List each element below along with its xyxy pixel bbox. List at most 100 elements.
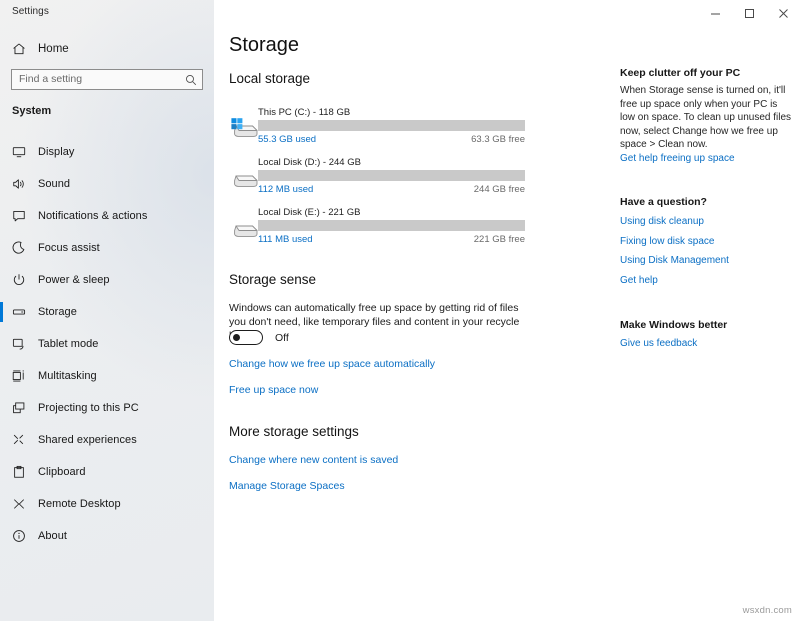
drive-name: Local Disk (E:) - 221 GB bbox=[258, 207, 360, 218]
have-a-question-heading: Have a question? bbox=[620, 196, 707, 208]
sidebar-item-label: Clipboard bbox=[38, 466, 86, 478]
minimize-icon bbox=[710, 8, 721, 19]
drive-usage-bar bbox=[258, 220, 525, 231]
selection-indicator bbox=[0, 238, 3, 258]
make-windows-better-heading: Make Windows better bbox=[620, 319, 727, 331]
keep-clutter-body: When Storage sense is turned on, it'll f… bbox=[620, 84, 792, 152]
selection-indicator bbox=[0, 462, 3, 482]
sidebar-item-label: Multitasking bbox=[38, 370, 97, 382]
sidebar-item-home[interactable]: Home bbox=[0, 36, 214, 62]
tablet-icon bbox=[0, 337, 38, 351]
minimize-button[interactable] bbox=[698, 0, 732, 26]
selection-indicator bbox=[0, 430, 3, 450]
link-using-disk-management[interactable]: Using Disk Management bbox=[620, 255, 792, 266]
selection-indicator bbox=[0, 334, 3, 354]
sidebar-item-label: Power & sleep bbox=[38, 274, 110, 286]
link-change-free-up-space-automatically[interactable]: Change how we free up space automaticall… bbox=[229, 358, 435, 370]
search-input[interactable] bbox=[12, 70, 180, 89]
page-title: Storage bbox=[229, 34, 299, 57]
drive-used-label: 111 MB used bbox=[258, 234, 313, 245]
power-icon bbox=[0, 273, 38, 287]
storage-sense-toggle-label: Off bbox=[275, 332, 289, 344]
link-manage-storage-spaces[interactable]: Manage Storage Spaces bbox=[229, 480, 345, 492]
drive-free-label: 244 GB free bbox=[474, 184, 525, 195]
window-title: Settings bbox=[12, 6, 49, 17]
sidebar-item-label: Remote Desktop bbox=[38, 498, 121, 510]
clipboard-icon bbox=[0, 465, 38, 479]
link-change-where-new-content-is-saved[interactable]: Change where new content is saved bbox=[229, 454, 398, 466]
search-icon[interactable] bbox=[180, 74, 202, 86]
drive-icon bbox=[228, 163, 262, 191]
sidebar-item-tablet-mode[interactable]: Tablet mode bbox=[0, 328, 214, 360]
have-a-question-links: Using disk cleanup Fixing low disk space… bbox=[620, 216, 792, 294]
drive-list: This PC (C:) - 118 GB 55.3 GB used 63.3 … bbox=[214, 103, 544, 253]
link-fixing-low-disk-space[interactable]: Fixing low disk space bbox=[620, 236, 792, 247]
multitasking-icon bbox=[0, 369, 38, 383]
notification-icon bbox=[0, 209, 38, 223]
drive-row[interactable]: This PC (C:) - 118 GB 55.3 GB used 63.3 … bbox=[214, 103, 544, 153]
drive-windows-icon bbox=[228, 113, 262, 141]
storage-sense-heading: Storage sense bbox=[229, 272, 316, 287]
sidebar-item-projecting[interactable]: Projecting to this PC bbox=[0, 392, 214, 424]
link-get-help-freeing-up-space[interactable]: Get help freeing up space bbox=[620, 153, 735, 164]
selection-indicator bbox=[0, 174, 3, 194]
drive-usage-bar bbox=[258, 120, 525, 131]
selection-indicator bbox=[0, 206, 3, 226]
sidebar-item-power-sleep[interactable]: Power & sleep bbox=[0, 264, 214, 296]
sidebar-item-remote-desktop[interactable]: Remote Desktop bbox=[0, 488, 214, 520]
link-using-disk-cleanup[interactable]: Using disk cleanup bbox=[620, 216, 792, 227]
info-icon bbox=[0, 529, 38, 543]
sidebar-item-shared-experiences[interactable]: Shared experiences bbox=[0, 424, 214, 456]
drive-used-label: 112 MB used bbox=[258, 184, 313, 195]
sidebar-item-clipboard[interactable]: Clipboard bbox=[0, 456, 214, 488]
monitor-icon bbox=[0, 145, 38, 159]
close-button[interactable] bbox=[766, 0, 800, 26]
toggle-knob bbox=[233, 334, 240, 341]
link-give-us-feedback[interactable]: Give us feedback bbox=[620, 338, 697, 349]
local-storage-heading: Local storage bbox=[229, 71, 310, 86]
drive-row[interactable]: Local Disk (D:) - 244 GB 112 MB used 244… bbox=[214, 153, 544, 203]
sidebar-group-title: System bbox=[12, 105, 51, 117]
storage-sense-toggle-row[interactable]: Off bbox=[229, 330, 289, 345]
selection-indicator bbox=[0, 494, 3, 514]
drive-free-label: 221 GB free bbox=[474, 234, 525, 245]
drive-free-label: 63.3 GB free bbox=[471, 134, 525, 145]
selection-indicator bbox=[0, 142, 3, 162]
share-icon bbox=[0, 433, 38, 447]
sidebar-item-sound[interactable]: Sound bbox=[0, 168, 214, 200]
storage-sense-toggle[interactable] bbox=[229, 330, 263, 345]
drive-icon bbox=[228, 213, 262, 241]
home-icon bbox=[0, 42, 38, 56]
more-storage-settings-heading: More storage settings bbox=[229, 424, 359, 439]
sidebar-item-about[interactable]: About bbox=[0, 520, 214, 552]
search-box[interactable] bbox=[11, 69, 203, 90]
title-bar: Settings bbox=[0, 0, 800, 26]
selection-indicator bbox=[0, 398, 3, 418]
drive-used-label: 55.3 GB used bbox=[258, 134, 316, 145]
sidebar-item-notifications[interactable]: Notifications & actions bbox=[0, 200, 214, 232]
close-icon bbox=[778, 8, 789, 19]
drive-icon bbox=[0, 305, 38, 319]
sidebar-item-label: Sound bbox=[38, 178, 70, 190]
window-controls bbox=[698, 0, 800, 26]
sidebar-item-label: Shared experiences bbox=[38, 434, 137, 446]
sidebar-item-focus-assist[interactable]: Focus assist bbox=[0, 232, 214, 264]
selection-indicator bbox=[0, 526, 3, 546]
maximize-button[interactable] bbox=[732, 0, 766, 26]
link-free-up-space-now[interactable]: Free up space now bbox=[229, 384, 318, 396]
sidebar-item-storage[interactable]: Storage bbox=[0, 296, 214, 328]
sidebar-item-display[interactable]: Display bbox=[0, 136, 214, 168]
selection-indicator bbox=[0, 270, 3, 290]
sidebar-item-label: Projecting to this PC bbox=[38, 402, 139, 414]
moon-icon bbox=[0, 241, 38, 255]
sidebar-item-label: Notifications & actions bbox=[38, 210, 147, 222]
sidebar-item-label: Tablet mode bbox=[38, 338, 98, 350]
watermark: wsxdn.com bbox=[743, 605, 792, 616]
selection-indicator bbox=[0, 302, 3, 322]
sidebar-item-multitasking[interactable]: Multitasking bbox=[0, 360, 214, 392]
drive-row[interactable]: Local Disk (E:) - 221 GB 111 MB used 221… bbox=[214, 203, 544, 253]
remote-desktop-icon bbox=[0, 497, 38, 511]
link-get-help[interactable]: Get help bbox=[620, 275, 792, 286]
sidebar-item-label: Focus assist bbox=[38, 242, 100, 254]
keep-clutter-heading: Keep clutter off your PC bbox=[620, 67, 740, 79]
